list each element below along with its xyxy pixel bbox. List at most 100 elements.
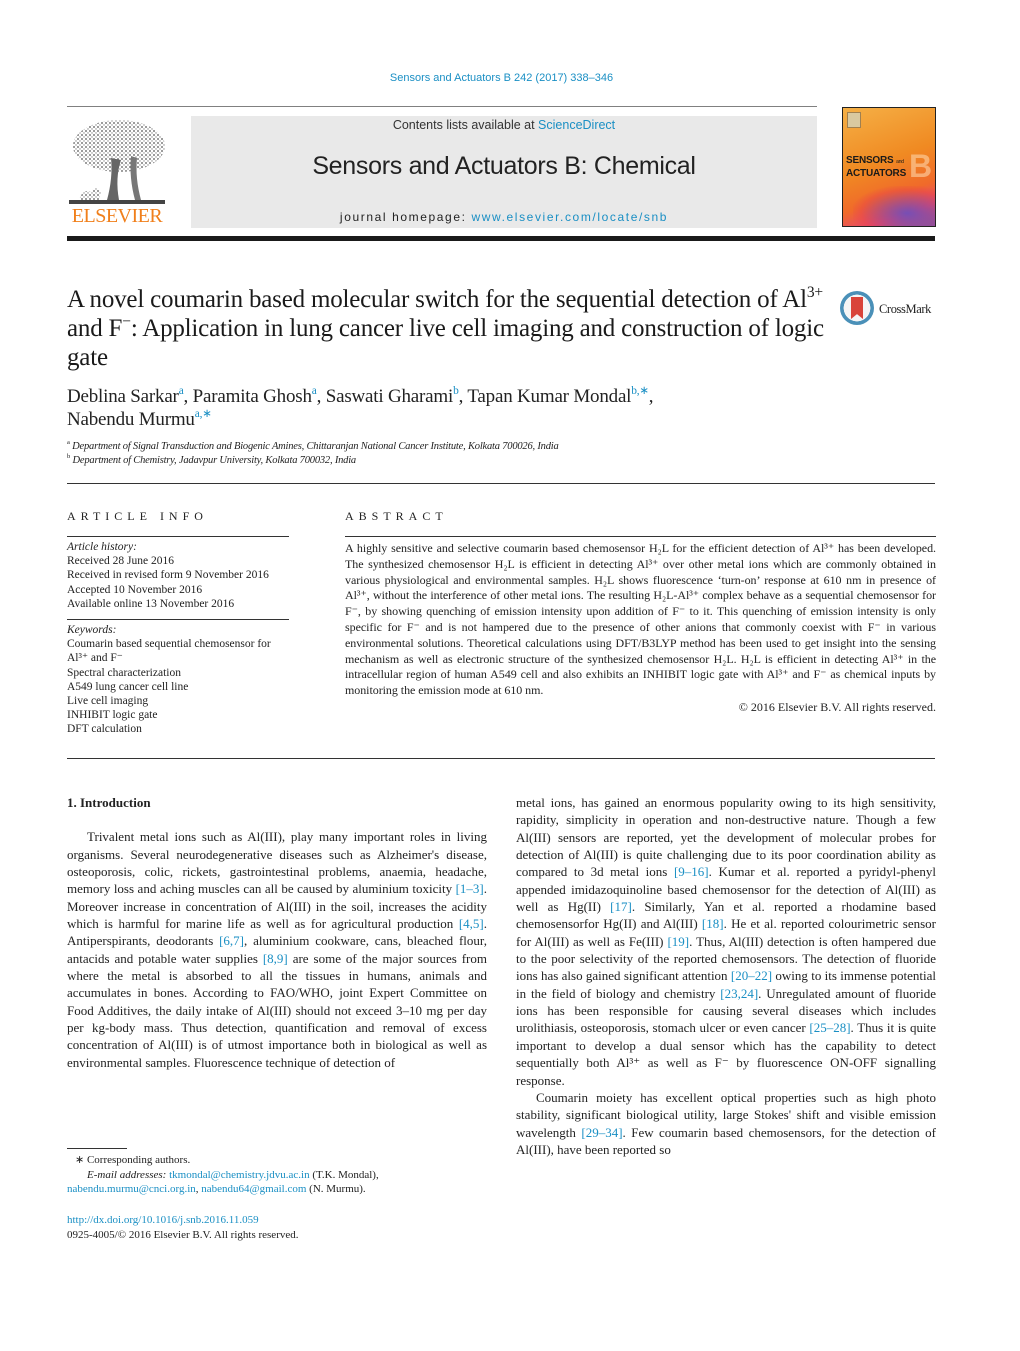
corresponding-author-footnote: ∗ Corresponding authors. E-mail addresse… <box>67 1153 487 1197</box>
author-affiliation-mark[interactable]: a <box>312 385 317 397</box>
affiliation-text: Department of Chemistry, Jadavpur Univer… <box>72 455 357 466</box>
title-text-3: : Application in lung cancer live cell i… <box>67 315 824 371</box>
affiliation-mark: b <box>67 453 71 461</box>
history-item: Accepted 10 November 2016 <box>67 583 203 596</box>
body-right-column: metal ions, has gained an enormous popul… <box>516 794 936 1158</box>
author-affiliation-mark[interactable]: a,∗ <box>195 408 212 420</box>
email-line: E-mail addresses: tkmondal@chemistry.jdv… <box>67 1168 487 1183</box>
title-superscript-1: 3+ <box>806 283 823 301</box>
doi-link[interactable]: http://dx.doi.org/10.1016/j.snb.2016.11.… <box>67 1214 259 1226</box>
email-link[interactable]: nabendu64@gmail.com <box>201 1183 306 1195</box>
author[interactable]: Paramita Ghosha <box>192 385 317 407</box>
keywords-label: Keywords: <box>67 624 117 637</box>
journal-cover-thumbnail[interactable]: B SENSORS and ACTUATORS <box>842 107 936 227</box>
cover-title-line2: ACTUATORS <box>846 168 907 179</box>
intro-paragraph-1: Trivalent metal ions such as Al(III), pl… <box>67 828 487 1071</box>
email-link[interactable]: nabendu.murmu@cnci.org.in <box>67 1183 196 1195</box>
affiliation-text: Department of Signal Transduction and Bi… <box>72 441 559 452</box>
citation-reference-link[interactable]: [4,5] <box>459 916 484 931</box>
abstract-rule <box>345 536 936 537</box>
doi-block: http://dx.doi.org/10.1016/j.snb.2016.11.… <box>67 1213 299 1242</box>
author-affiliation-mark[interactable]: b <box>453 385 459 397</box>
section-heading: 1. Introduction <box>67 795 151 810</box>
keyword: Coumarin based sequential chemosensor fo… <box>67 638 271 665</box>
author-affiliation-mark[interactable]: b,∗ <box>631 385 649 397</box>
journal-citation[interactable]: Sensors and Actuators B 242 (2017) 338–3… <box>0 72 1003 84</box>
abstract-bottom-rule <box>67 758 935 759</box>
author-name: Nabendu Murmu <box>67 409 195 430</box>
header-bottom-rule <box>67 236 935 241</box>
email-link[interactable]: tkmondal@chemistry.jdvu.ac.in <box>169 1169 309 1181</box>
citation-reference-link[interactable]: [6,7] <box>219 933 244 948</box>
citation-reference-link[interactable]: [25–28] <box>809 1020 850 1035</box>
keywords-list: Keywords: Coumarin based sequential chem… <box>67 623 289 737</box>
elsevier-logo[interactable]: ELSEVIER <box>67 116 167 228</box>
author-separator: , <box>316 386 326 407</box>
citation-reference-link[interactable]: [8,9] <box>263 951 288 966</box>
email-owner: (N. Murmu). <box>306 1183 366 1195</box>
keyword: INHIBIT logic gate <box>67 709 158 722</box>
title-text-2: and F <box>67 315 123 342</box>
email-line: nabendu.murmu@cnci.org.in, nabendu64@gma… <box>67 1182 487 1197</box>
keyword: A549 lung cancer cell line <box>67 680 189 693</box>
cover-title-and: and <box>896 159 904 165</box>
email-label: E-mail addresses: <box>87 1168 167 1181</box>
homepage-link[interactable]: www.elsevier.com/locate/snb <box>471 210 668 224</box>
citation-reference-link[interactable]: [23,24] <box>720 986 758 1001</box>
affiliation-mark: a <box>67 439 70 447</box>
author-name: Paramita Ghosh <box>192 386 312 407</box>
author-list: Deblina Sarkara, Paramita Ghosha, Saswat… <box>67 385 827 431</box>
author-name: Saswati Gharami <box>325 386 454 407</box>
cover-publisher-icon <box>847 112 861 128</box>
intro-paragraph-3: Coumarin moiety has excellent optical pr… <box>516 1089 936 1158</box>
history-label: Article history: <box>67 541 137 553</box>
author-separator: , <box>648 386 654 407</box>
author-name: Deblina Sarkar <box>67 386 179 407</box>
keywords-rule <box>67 619 289 621</box>
article-info-panel: ARTICLE INFO Article history: Received 2… <box>67 509 289 737</box>
citation-reference-link[interactable]: [29–34] <box>581 1125 622 1140</box>
author[interactable]: Tapan Kumar Mondalb,∗ <box>467 385 649 407</box>
contents-availability: Contents lists available at ScienceDirec… <box>191 118 817 132</box>
keyword: DFT calculation <box>67 723 142 736</box>
journal-banner: Contents lists available at ScienceDirec… <box>191 116 817 228</box>
cover-artwork <box>853 186 935 226</box>
journal-title[interactable]: Sensors and Actuators B: Chemical <box>191 152 817 181</box>
citation-reference-link[interactable]: [19] <box>667 934 689 949</box>
affiliation: b Department of Chemistry, Jadavpur Univ… <box>67 453 357 466</box>
citation-reference-link[interactable]: [9–16] <box>674 864 709 879</box>
footnote-rule <box>67 1148 127 1149</box>
homepage-label: journal homepage: <box>339 210 472 224</box>
body-text: Trivalent metal ions such as Al(III), pl… <box>67 829 487 897</box>
elsevier-tree-icon <box>69 120 165 204</box>
issn-copyright: 0925-4005/© 2016 Elsevier B.V. All right… <box>67 1228 299 1241</box>
corresponding-note: ∗ Corresponding authors. <box>75 1154 191 1166</box>
affiliation: a Department of Signal Transduction and … <box>67 439 559 452</box>
citation-reference-link[interactable]: [17] <box>610 899 632 914</box>
article-title: A novel coumarin based molecular switch … <box>67 285 827 372</box>
header-divider <box>67 106 817 107</box>
abstract-heading: ABSTRACT <box>345 509 448 523</box>
author-name: Tapan Kumar Mondal <box>467 386 632 407</box>
journal-homepage: journal homepage: www.elsevier.com/locat… <box>191 210 817 224</box>
history-item: Available online 13 November 2016 <box>67 597 235 610</box>
author-affiliation-mark[interactable]: a <box>179 385 184 397</box>
author[interactable]: Nabendu Murmua,∗ <box>67 408 212 430</box>
sciencedirect-link[interactable]: ScienceDirect <box>538 118 615 132</box>
history-item: Received in revised form 9 November 2016 <box>67 569 269 582</box>
author[interactable]: Saswati Gharamib <box>325 385 459 407</box>
citation-reference-link[interactable]: [20–22] <box>731 968 772 983</box>
body-text: are some of the major sources from where… <box>67 950 487 1070</box>
abstract-panel: ABSTRACT A highly sensitive and selectiv… <box>345 509 936 715</box>
keyword: Live cell imaging <box>67 695 149 708</box>
citation-reference-link[interactable]: [1–3] <box>456 881 484 896</box>
article-info-heading: ARTICLE INFO <box>67 509 208 523</box>
cover-title-line1: SENSORS <box>846 155 894 166</box>
author[interactable]: Deblina Sarkara <box>67 385 184 407</box>
title-block-divider <box>67 483 935 484</box>
article-history: Article history: Received 28 June 2016 R… <box>67 540 289 611</box>
crossmark-label: CrossMark <box>879 302 931 316</box>
body-left-column: 1. Introduction Trivalent metal ions suc… <box>67 794 487 1071</box>
citation-reference-link[interactable]: [18] <box>702 916 724 931</box>
crossmark-badge[interactable]: CrossMark <box>840 291 940 331</box>
